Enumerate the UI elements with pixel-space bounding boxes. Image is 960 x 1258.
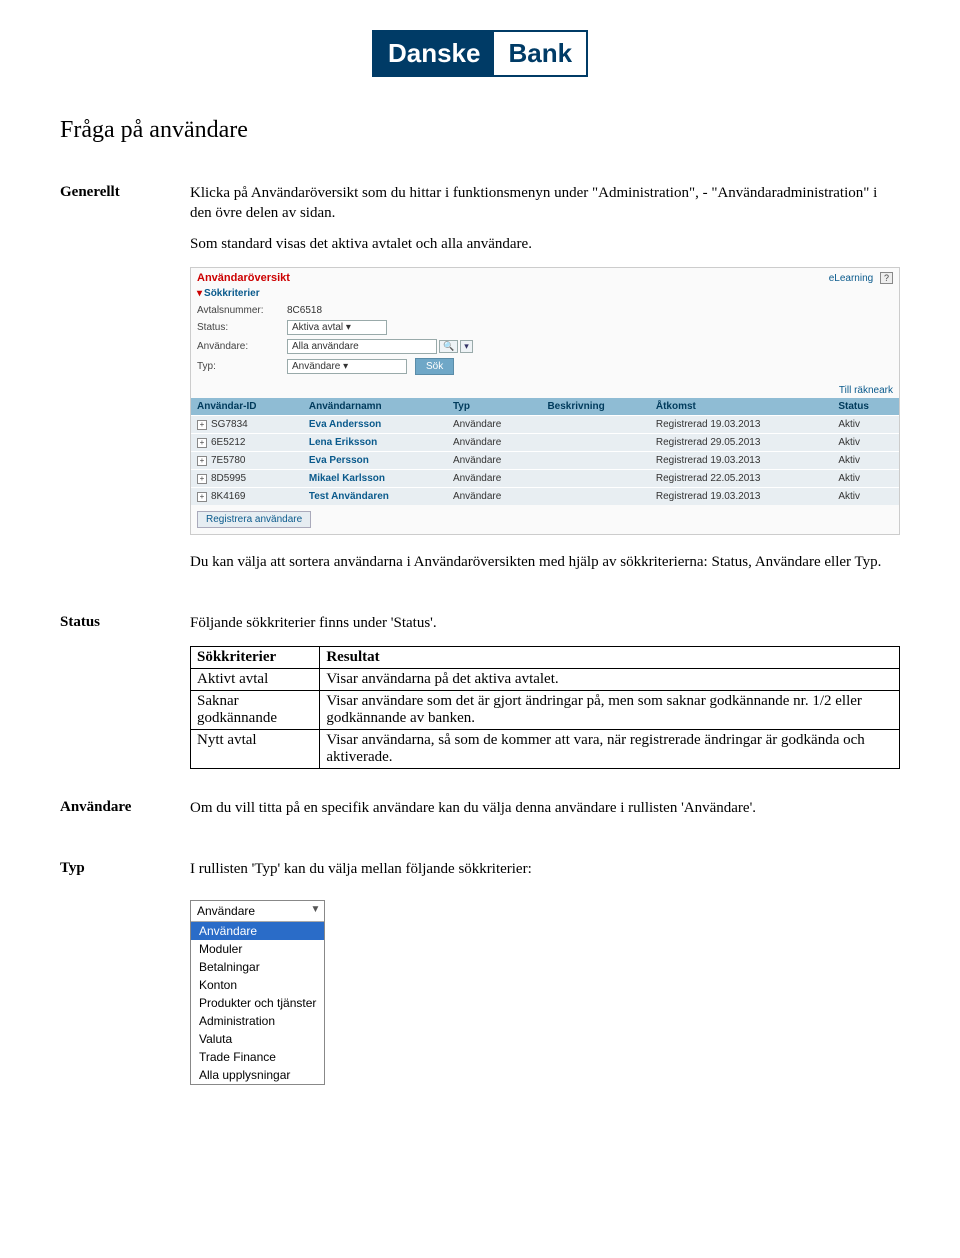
table-row[interactable]: +SG7834Eva AnderssonAnvändareRegistrerad… <box>191 415 899 433</box>
chevron-down-icon: ▾ <box>197 288 202 299</box>
section-label-generellt: Generellt <box>60 184 190 584</box>
register-user-button[interactable]: Registrera användare <box>197 511 311 528</box>
dropdown-item[interactable]: Konton <box>191 976 324 994</box>
help-icon[interactable]: ? <box>880 272 893 284</box>
expand-icon[interactable]: + <box>197 438 207 448</box>
status-criteria-table: Sökkriterier Resultat Aktivt avtal Visar… <box>190 646 900 769</box>
status-intro: Följande sökkriterier finns under 'Statu… <box>190 614 900 634</box>
logo-left: Danske <box>374 32 495 75</box>
criteria-v2: Visar användarna, så som de kommer att v… <box>320 729 900 768</box>
elearning-link[interactable]: eLearning <box>829 273 873 284</box>
search-button[interactable]: Sök <box>415 358 454 375</box>
section-label-anvandare: Användare <box>60 799 190 831</box>
th-status[interactable]: Status <box>832 398 899 416</box>
criteria-k2: Nytt avtal <box>191 729 320 768</box>
logo: DanskeBank <box>60 30 900 77</box>
dropdown-item[interactable]: Användare <box>191 922 324 940</box>
chevron-down-icon: ▼ <box>311 904 321 915</box>
table-row[interactable]: +6E5212Lena ErikssonAnvändareRegistrerad… <box>191 433 899 451</box>
logo-right: Bank <box>494 32 586 75</box>
filter-avtalsnummer-label: Avtalsnummer: <box>197 305 287 316</box>
typ-text: I rullisten 'Typ' kan du välja mellan fö… <box>190 860 900 880</box>
criteria-h2: Resultat <box>320 646 900 668</box>
dropdown-item[interactable]: Moduler <box>191 940 324 958</box>
section-label-status: Status <box>60 614 190 769</box>
dropdown-item[interactable]: Administration <box>191 1012 324 1030</box>
expand-icon[interactable]: + <box>197 456 207 466</box>
table-row[interactable]: +7E5780Eva PerssonAnvändareRegistrerad 1… <box>191 451 899 469</box>
th-typ[interactable]: Typ <box>447 398 542 416</box>
dropdown-item[interactable]: Betalningar <box>191 958 324 976</box>
user-name-link[interactable]: Eva Persson <box>303 451 447 469</box>
user-name-link[interactable]: Mikael Karlsson <box>303 469 447 487</box>
user-name-link[interactable]: Lena Eriksson <box>303 433 447 451</box>
typ-dropdown[interactable]: Användare ▼ AnvändareModulerBetalningarK… <box>190 900 325 1085</box>
th-beskr[interactable]: Beskrivning <box>541 398 649 416</box>
filter-anvandare-label: Användare: <box>197 341 287 352</box>
table-row[interactable]: +8K4169Test AnvändarenAnvändareRegistrer… <box>191 487 899 505</box>
filter-status-select[interactable]: Aktiva avtal ▾ <box>287 320 387 335</box>
expand-icon[interactable]: + <box>197 474 207 484</box>
criteria-k0: Aktivt avtal <box>191 668 320 690</box>
expand-icon[interactable]: + <box>197 420 207 430</box>
search-icon[interactable]: 🔍 <box>439 340 458 353</box>
generellt-p2: Som standard visas det aktiva avtalet oc… <box>190 235 900 255</box>
th-atkomst[interactable]: Åtkomst <box>650 398 832 416</box>
dropdown-item[interactable]: Valuta <box>191 1030 324 1048</box>
section-label-typ: Typ <box>60 860 190 1085</box>
generellt-p3: Du kan välja att sortera användarna i An… <box>190 553 900 573</box>
dropdown-item[interactable]: Trade Finance <box>191 1048 324 1066</box>
dropdown-item[interactable]: Produkter och tjänster <box>191 994 324 1012</box>
ui-subhead: Sökkriterier <box>204 288 260 299</box>
th-name[interactable]: Användarnamn <box>303 398 447 416</box>
th-id[interactable]: Användar-ID <box>191 398 303 416</box>
ui-screenshot: Användaröversikt eLearning ? ▾Sökkriteri… <box>190 267 900 535</box>
criteria-k1: Saknar godkännande <box>191 690 320 729</box>
criteria-h1: Sökkriterier <box>191 646 320 668</box>
criteria-v1: Visar användare som det är gjort ändring… <box>320 690 900 729</box>
ui-title: Användaröversikt <box>197 272 290 284</box>
anvandare-text: Om du vill titta på en specifik användar… <box>190 799 900 819</box>
filter-typ-select[interactable]: Användare ▾ <box>287 359 407 374</box>
generellt-p1: Klicka på Användaröversikt som du hittar… <box>190 184 900 223</box>
filter-typ-label: Typ: <box>197 361 287 372</box>
criteria-v0: Visar användarna på det aktiva avtalet. <box>320 668 900 690</box>
users-table: Användar-ID Användarnamn Typ Beskrivning… <box>191 398 899 505</box>
table-row[interactable]: +8D5995Mikael KarlssonAnvändareRegistrer… <box>191 469 899 487</box>
filter-status-label: Status: <box>197 322 287 333</box>
user-name-link[interactable]: Eva Andersson <box>303 415 447 433</box>
expand-icon[interactable]: + <box>197 492 207 502</box>
dropdown-item[interactable]: Alla upplysningar <box>191 1066 324 1084</box>
filter-anvandare-input[interactable]: Alla användare <box>287 339 437 354</box>
dropdown-icon[interactable]: ▾ <box>460 340 473 353</box>
user-name-link[interactable]: Test Användaren <box>303 487 447 505</box>
to-spreadsheet-link[interactable]: Till räkneark <box>839 385 893 396</box>
dropdown-selected-value: Användare <box>197 904 255 918</box>
filter-avtalsnummer-value: 8C6518 <box>287 305 322 316</box>
page-title: Fråga på användare <box>60 117 900 144</box>
